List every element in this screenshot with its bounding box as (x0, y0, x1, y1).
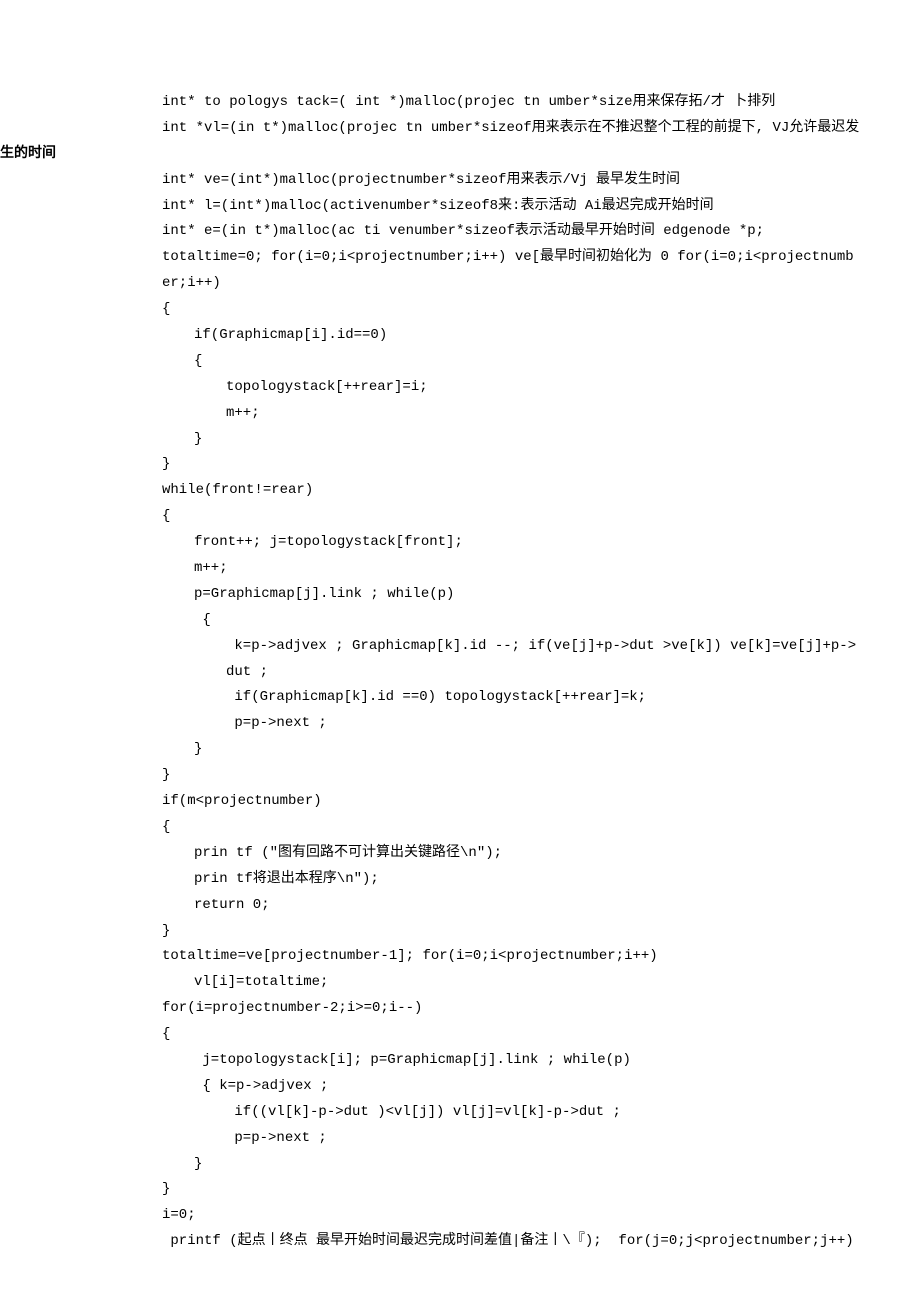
code-line: } (130, 919, 860, 945)
code-line: m++; (130, 401, 860, 427)
code-line: } (130, 427, 860, 453)
code-line: totaltime=0; for(i=0;i<projectnumber;i++… (130, 245, 860, 297)
code-line: { (130, 349, 860, 375)
code-line: { (130, 815, 860, 841)
code-line: if((vl[k]-p->dut )<vl[j]) vl[j]=vl[k]-p-… (130, 1100, 860, 1126)
code-line: if(Graphicmap[i].id==0) (130, 323, 860, 349)
code-line: topologystack[++rear]=i; (130, 375, 860, 401)
code-line: { (130, 1022, 860, 1048)
code-line: { (130, 504, 860, 530)
code-line: if(m<projectnumber) (130, 789, 860, 815)
code-line: 生的时间 (0, 142, 860, 168)
code-line: for(i=projectnumber-2;i>=0;i--) (130, 996, 860, 1022)
code-line: while(front!=rear) (130, 478, 860, 504)
code-line: { (130, 297, 860, 323)
code-line: } (130, 737, 860, 763)
code-line: i=0; (130, 1203, 860, 1229)
code-line: int *vl=(in t*)malloc(projec tn umber*si… (130, 116, 860, 142)
code-line: p=p->next ; (130, 1126, 860, 1152)
code-line: { k=p->adjvex ; (130, 1074, 860, 1100)
code-line: } (130, 1152, 860, 1178)
code-line: if(Graphicmap[k].id ==0) topologystack[+… (130, 685, 860, 711)
code-line: front++; j=topologystack[front]; (130, 530, 860, 556)
code-line: totaltime=ve[projectnumber-1]; for(i=0;i… (130, 944, 860, 970)
code-line: } (130, 763, 860, 789)
code-line: int* e=(in t*)malloc(ac ti venumber*size… (130, 219, 860, 245)
code-line: m++; (130, 556, 860, 582)
code-line: int* l=(int*)malloc(activenumber*sizeof8… (130, 194, 860, 220)
code-line: printf (起点丨终点 最早开始时间最迟完成时间差值|备注丨\『); for… (130, 1229, 860, 1255)
code-line: } (130, 1177, 860, 1203)
code-line: int* to pologys tack=( int *)malloc(proj… (130, 90, 860, 116)
code-line: prin tf ("图有回路不可计算出关键路径\n"); (130, 841, 860, 867)
code-line: prin tf将退出本程序\n"); (130, 867, 860, 893)
code-document: int* to pologys tack=( int *)malloc(proj… (130, 90, 860, 1255)
code-line: p=p->next ; (130, 711, 860, 737)
code-line: { (130, 608, 860, 634)
code-line: int* ve=(int*)malloc(projectnumber*sizeo… (130, 168, 860, 194)
code-line: j=topologystack[i]; p=Graphicmap[j].link… (130, 1048, 860, 1074)
code-line: return 0; (130, 893, 860, 919)
code-line: k=p->adjvex ; Graphicmap[k].id --; if(ve… (130, 634, 860, 686)
code-line: p=Graphicmap[j].link ; while(p) (130, 582, 860, 608)
code-line: vl[i]=totaltime; (130, 970, 860, 996)
code-line: } (130, 452, 860, 478)
